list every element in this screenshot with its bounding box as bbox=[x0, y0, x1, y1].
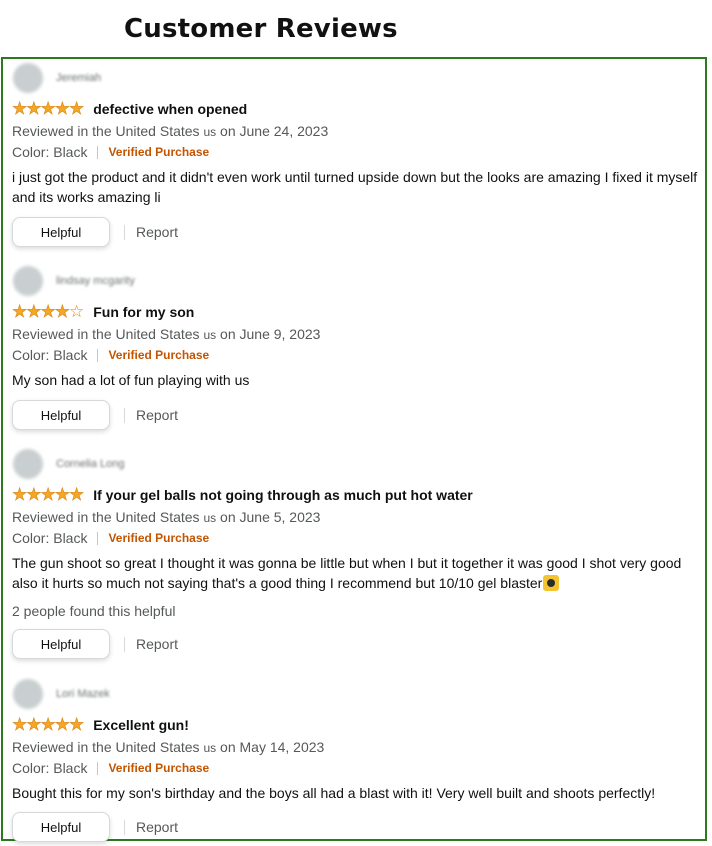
helpful-button[interactable]: Helpful bbox=[12, 812, 110, 842]
review-item: Cornelia Long ★★★★★ If your gel balls no… bbox=[12, 448, 702, 659]
helpful-button[interactable]: Helpful bbox=[12, 217, 110, 247]
color-label: Color: Black bbox=[12, 347, 88, 363]
divider bbox=[124, 636, 125, 652]
review-item: Lori Mazek ★★★★★ Excellent gun! Reviewed… bbox=[12, 678, 702, 842]
verified-badge: Verified Purchase bbox=[108, 348, 210, 362]
report-link[interactable]: Report bbox=[136, 407, 178, 423]
review-body: My son had a lot of fun playing with us bbox=[12, 372, 250, 388]
color-label: Color: Black bbox=[12, 760, 88, 776]
divider bbox=[97, 348, 99, 362]
report-link[interactable]: Report bbox=[136, 636, 178, 652]
star-rating-icon[interactable]: ★★★★☆ bbox=[12, 302, 85, 322]
product-variant-row: Color: Black Verified Purchase bbox=[12, 142, 702, 162]
verified-badge: Verified Purchase bbox=[108, 145, 210, 159]
reviewer-row: lindsay mcgarity bbox=[12, 265, 702, 297]
divider bbox=[97, 761, 99, 775]
review-title[interactable]: Fun for my son bbox=[93, 304, 194, 320]
review-country: Reviewed in the United States bbox=[12, 509, 200, 525]
reviewer-name[interactable]: Jeremiah bbox=[56, 72, 101, 84]
star-rating-icon[interactable]: ★★★★★ bbox=[12, 99, 85, 119]
review-actions: Helpful Report bbox=[12, 629, 702, 659]
review-actions: Helpful Report bbox=[12, 217, 702, 247]
star-rating-icon[interactable]: ★★★★★ bbox=[12, 485, 85, 505]
divider bbox=[97, 145, 99, 159]
country-code: us bbox=[203, 125, 217, 139]
review-meta: Reviewed in the United States us on June… bbox=[12, 121, 702, 142]
review-actions: Helpful Report bbox=[12, 400, 702, 430]
review-title[interactable]: If your gel balls not going through as m… bbox=[93, 487, 473, 503]
verified-badge: Verified Purchase bbox=[108, 531, 210, 545]
star-rating-icon[interactable]: ★★★★★ bbox=[12, 715, 85, 735]
review-title-row: ★★★★★ defective when opened bbox=[12, 99, 702, 119]
review-title[interactable]: Excellent gun! bbox=[93, 717, 189, 733]
helpful-button[interactable]: Helpful bbox=[12, 629, 110, 659]
review-body: i just got the product and it didn't eve… bbox=[12, 169, 698, 205]
country-code: us bbox=[203, 328, 217, 342]
review-country: Reviewed in the United States bbox=[12, 739, 200, 755]
verified-badge: Verified Purchase bbox=[108, 761, 210, 775]
reviewer-row: Lori Mazek bbox=[12, 678, 702, 710]
product-variant-row: Color: Black Verified Purchase bbox=[12, 528, 702, 548]
review-body-text: The gun shoot so great I thought it was … bbox=[12, 555, 682, 591]
review-meta: Reviewed in the United States us on May … bbox=[12, 737, 702, 758]
review-date: on May 14, 2023 bbox=[220, 739, 325, 755]
review-title-row: ★★★★★ Excellent gun! bbox=[12, 715, 702, 735]
reviewer-name[interactable]: lindsay mcgarity bbox=[56, 275, 135, 287]
report-link[interactable]: Report bbox=[136, 224, 178, 240]
review-date: on June 9, 2023 bbox=[220, 326, 321, 342]
reviewer-name[interactable]: Lori Mazek bbox=[56, 688, 110, 700]
review-body: The gun shoot so great I thought it was … bbox=[12, 553, 702, 593]
review-country: Reviewed in the United States bbox=[12, 123, 200, 139]
review-actions: Helpful Report bbox=[12, 812, 702, 842]
reviews-container: Jeremiah ★★★★★ defective when opened Rev… bbox=[1, 57, 707, 842]
helpful-count: 2 people found this helpful bbox=[12, 603, 176, 619]
review-country: Reviewed in the United States bbox=[12, 326, 200, 342]
review-item: lindsay mcgarity ★★★★☆ Fun for my son Re… bbox=[12, 265, 702, 430]
review-item: Jeremiah ★★★★★ defective when opened Rev… bbox=[12, 62, 702, 247]
avatar[interactable] bbox=[13, 266, 43, 296]
avatar[interactable] bbox=[13, 63, 43, 93]
review-body: Bought this for my son's birthday and th… bbox=[12, 785, 656, 801]
country-code: us bbox=[203, 741, 217, 755]
color-label: Color: Black bbox=[12, 144, 88, 160]
product-variant-row: Color: Black Verified Purchase bbox=[12, 758, 702, 778]
review-title-row: ★★★★★ If your gel balls not going throug… bbox=[12, 485, 702, 505]
reviewer-name[interactable]: Cornelia Long bbox=[56, 458, 125, 470]
color-label: Color: Black bbox=[12, 530, 88, 546]
reviewer-row: Cornelia Long bbox=[12, 448, 702, 480]
review-date: on June 24, 2023 bbox=[220, 123, 329, 139]
avatar[interactable] bbox=[13, 449, 43, 479]
helpful-button[interactable]: Helpful bbox=[12, 400, 110, 430]
divider bbox=[124, 224, 125, 240]
review-meta: Reviewed in the United States us on June… bbox=[12, 324, 702, 345]
country-code: us bbox=[203, 511, 217, 525]
avatar[interactable] bbox=[13, 679, 43, 709]
product-variant-row: Color: Black Verified Purchase bbox=[12, 345, 702, 365]
review-date: on June 5, 2023 bbox=[220, 509, 321, 525]
report-link[interactable]: Report bbox=[136, 819, 178, 835]
reviewer-row: Jeremiah bbox=[12, 62, 702, 94]
divider bbox=[124, 407, 125, 423]
review-title[interactable]: defective when opened bbox=[93, 101, 247, 117]
face-emoji-icon bbox=[543, 575, 560, 591]
divider bbox=[97, 531, 99, 545]
divider bbox=[124, 819, 125, 835]
review-title-row: ★★★★☆ Fun for my son bbox=[12, 302, 702, 322]
page-title: Customer Reviews bbox=[124, 14, 398, 44]
review-meta: Reviewed in the United States us on June… bbox=[12, 507, 702, 528]
